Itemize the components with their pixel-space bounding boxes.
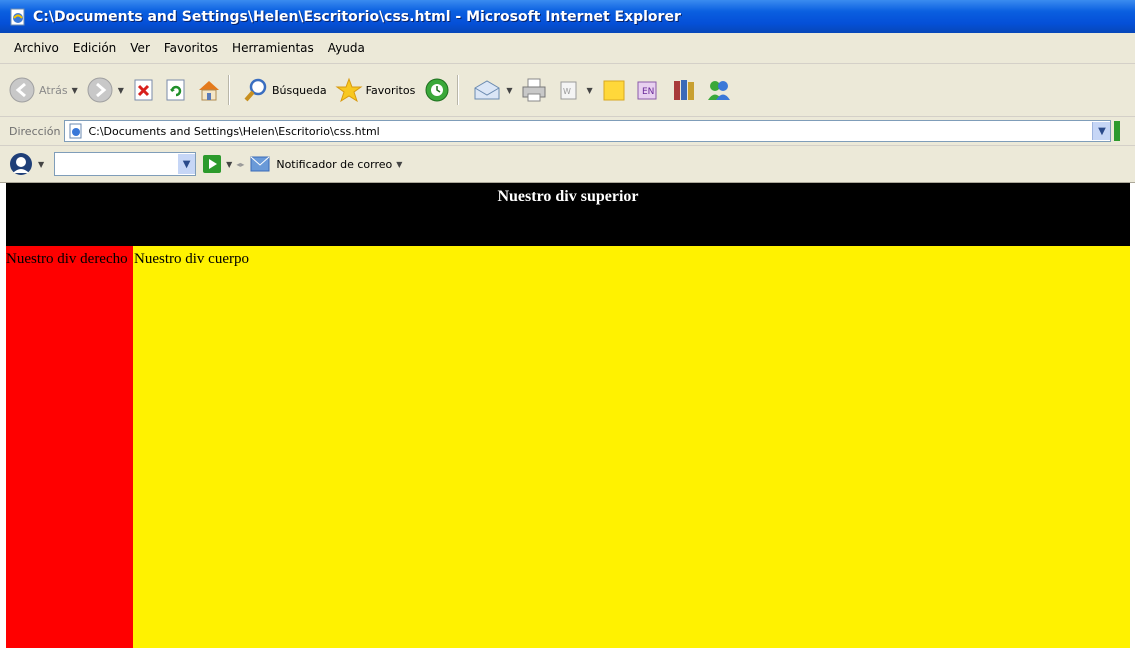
forward-dropdown-icon[interactable]: ▼ — [118, 86, 124, 95]
menu-archivo[interactable]: Archivo — [0, 41, 66, 55]
refresh-button[interactable] — [164, 78, 188, 102]
edit-dropdown-icon[interactable]: ▼ — [586, 86, 592, 95]
menu-ayuda[interactable]: Ayuda — [321, 41, 372, 55]
mail-button[interactable]: ▼ — [472, 78, 512, 102]
printer-icon — [522, 78, 546, 102]
mail-notifier-dropdown-icon[interactable]: ▼ — [396, 160, 402, 169]
go-dropdown-icon[interactable]: ▼ — [226, 160, 232, 169]
standard-toolbar: Atrás ▼ ▼ Búsqueda Favoritos ▼ W ▼ EN — [0, 64, 1135, 117]
page-margin — [1130, 183, 1135, 648]
menu-bar: Archivo Edición Ver Favoritos Herramient… — [0, 33, 1135, 64]
search-button[interactable]: Búsqueda — [243, 77, 327, 103]
back-button[interactable]: Atrás ▼ — [8, 76, 78, 104]
back-arrow-icon — [9, 77, 35, 103]
back-dropdown-icon[interactable]: ▼ — [72, 86, 78, 95]
history-button[interactable] — [423, 76, 451, 104]
address-label: Dirección — [9, 124, 61, 138]
div-cuerpo: Nuestro div cuerpo — [133, 246, 1130, 648]
address-input[interactable]: C:\Documents and Settings\Helen\Escritor… — [64, 120, 1112, 142]
div-derecho: Nuestro div derecho — [6, 246, 133, 648]
arrows-icon: ◂▸ — [236, 159, 245, 169]
go-button[interactable] — [1114, 121, 1121, 141]
go-play-icon[interactable] — [202, 154, 222, 174]
books-icon — [673, 80, 694, 100]
mail-dropdown-icon[interactable]: ▼ — [506, 86, 512, 95]
favorites-star-icon — [335, 77, 363, 103]
stop-icon — [134, 79, 153, 101]
research-button[interactable]: EN — [635, 77, 663, 103]
menu-edicion[interactable]: Edición — [66, 41, 123, 55]
toolbar-separator — [227, 75, 229, 105]
combo-dropdown-icon[interactable]: ▼ — [178, 154, 196, 174]
messenger-button[interactable] — [705, 77, 733, 103]
svg-text:W: W — [563, 87, 571, 96]
search-label: Búsqueda — [271, 83, 327, 97]
mail-icon — [474, 80, 500, 100]
address-bar: Dirección C:\Documents and Settings\Hele… — [0, 117, 1135, 146]
ie-page-icon — [10, 8, 25, 25]
menu-herramientas[interactable]: Herramientas — [225, 41, 321, 55]
messenger-icon — [707, 81, 730, 100]
stop-button[interactable] — [132, 78, 156, 102]
toolbar-separator — [457, 75, 459, 105]
address-value: C:\Documents and Settings\Helen\Escritor… — [88, 124, 380, 138]
window-title: C:\Documents and Settings\Helen\Escritor… — [33, 8, 681, 25]
home-button[interactable] — [196, 78, 222, 102]
links-toolbar: ▼ ▼ ▼ ◂▸ Notificador de correo ▼ — [0, 146, 1135, 183]
back-label: Atrás — [39, 83, 68, 97]
page-icon — [69, 123, 82, 139]
address-dropdown-icon[interactable]: ▼ — [1092, 122, 1111, 140]
note-icon — [603, 80, 625, 101]
page-content: Nuestro div superior Nuestro div derecho… — [0, 183, 1135, 648]
research-icon: EN — [637, 81, 657, 100]
menu-favoritos[interactable]: Favoritos — [157, 41, 225, 55]
print-button[interactable] — [520, 77, 548, 103]
menu-ver[interactable]: Ver — [123, 41, 157, 55]
mail-notifier-label[interactable]: Notificador de correo — [276, 158, 392, 171]
favorites-button[interactable]: Favoritos — [335, 77, 416, 103]
books-button[interactable] — [671, 77, 697, 103]
messenger-buddy-icon[interactable] — [8, 151, 34, 177]
search-combo-input[interactable]: ▼ — [54, 152, 197, 176]
buddy-dropdown-icon[interactable]: ▼ — [38, 160, 44, 169]
edit-button[interactable]: W ▼ — [556, 78, 593, 102]
home-icon — [198, 81, 219, 101]
title-bar: C:\Documents and Settings\Helen\Escritor… — [0, 0, 1135, 33]
refresh-icon — [166, 79, 185, 101]
forward-button[interactable]: ▼ — [86, 76, 124, 104]
discuss-button[interactable] — [601, 77, 627, 103]
browser-window: C:\Documents and Settings\Helen\Escritor… — [0, 0, 1135, 648]
mail-notifier-icon[interactable] — [250, 155, 270, 173]
search-icon — [244, 78, 267, 102]
forward-arrow-icon — [87, 77, 113, 103]
div-superior: Nuestro div superior — [6, 183, 1130, 246]
history-icon — [425, 78, 449, 102]
word-edit-icon: W — [560, 81, 577, 100]
svg-text:EN: EN — [642, 87, 654, 97]
favorites-label: Favoritos — [365, 83, 416, 97]
